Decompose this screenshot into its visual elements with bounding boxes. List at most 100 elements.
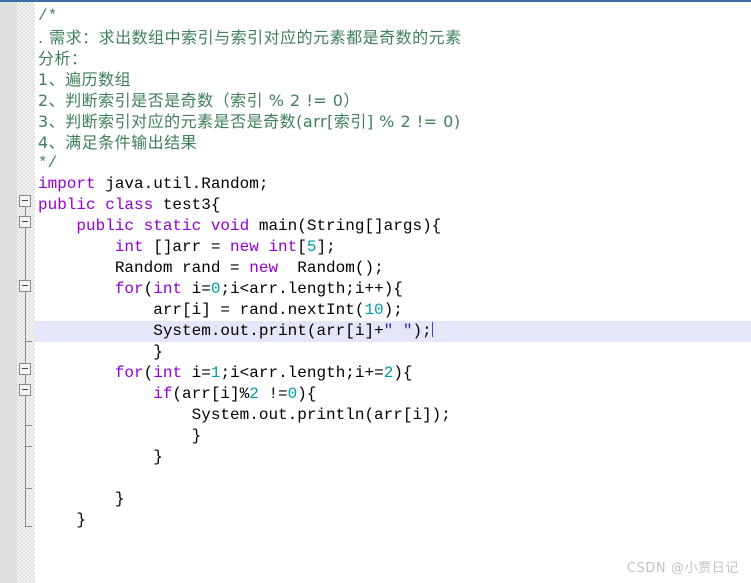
fold-rail [25, 292, 26, 363]
code-line[interactable]: System.out.print(arr[i]+" "); [35, 321, 751, 342]
code-token-plain: System.out.print(arr[i]+ [38, 322, 384, 340]
code-token-keyword: import [38, 175, 96, 193]
code-token-comment: 分析： [38, 49, 88, 68]
code-editor: /* . 需求：求出数组中索引与索引对应的元素都是奇数的元素 分析： 1、遍历数组 2、… [0, 0, 751, 583]
code-token-plain: } [38, 448, 163, 466]
code-token-number: 2 [249, 385, 259, 403]
code-token-plain: System.out.println(arr[i]); [38, 406, 451, 424]
code-token-number: 10 [364, 301, 384, 319]
code-line[interactable]: 2、判断索引是否是奇数（索引 % 2 != 0） [35, 90, 751, 111]
code-token-comment: */ [38, 154, 58, 172]
code-token-comment: . 需求：求出数组中索引与索引对应的元素都是奇数的元素 [38, 28, 462, 47]
code-token-plain: } [38, 427, 202, 445]
code-line[interactable]: int []arr = new int[5]; [35, 237, 751, 258]
code-token-keyword: new [249, 259, 279, 277]
fold-collapse-icon[interactable] [19, 363, 31, 375]
code-token-plain: ;i<arr.length;i+= [220, 364, 384, 382]
code-line[interactable]: import java.util.Random; [35, 174, 751, 195]
code-token-comment: /* [38, 7, 58, 25]
code-token-plain: Random rand = [38, 259, 250, 277]
code-line[interactable] [35, 468, 751, 489]
fold-collapse-icon[interactable] [19, 280, 31, 292]
code-line[interactable]: 4、满足条件输出结果 [35, 132, 751, 153]
csdn-watermark: CSDN @小贾日记 [626, 561, 739, 576]
code-line[interactable]: } [35, 426, 751, 447]
code-token-plain: []arr = [143, 238, 231, 256]
code-token-plain: } [38, 511, 87, 529]
code-token-plain: (arr[i]% [172, 385, 250, 403]
code-token-plain: ;i<arr.length;i++){ [220, 280, 403, 298]
code-token-plain: ( [143, 280, 154, 298]
fold-collapse-icon[interactable] [19, 195, 31, 207]
fold-end-tick [25, 425, 32, 426]
fold-end-tick [25, 341, 32, 342]
code-line[interactable]: */ [35, 153, 751, 174]
code-token-plain: i= [182, 364, 211, 382]
editor-margin-strip [0, 2, 17, 583]
code-token-keyword: for [114, 280, 144, 298]
fold-end-tick [25, 526, 32, 527]
code-token-plain: java.util.Random; [95, 175, 269, 193]
code-token-plain: Random(); [278, 259, 384, 277]
code-token-plain: != [258, 385, 288, 403]
fold-rail [25, 375, 26, 384]
code-line[interactable]: public class test3{ [35, 195, 751, 216]
code-token-comment: 1、遍历数组 [38, 70, 132, 89]
code-token-comment: 3、判断索引对应的元素是否是奇数(arr[索引] % 2 != 0) [38, 112, 461, 131]
code-token-plain: i= [182, 280, 211, 298]
fold-rail [25, 228, 26, 280]
code-line[interactable]: } [35, 342, 751, 363]
code-token-keyword: if [153, 385, 173, 403]
code-line[interactable]: Random rand = new Random(); [35, 258, 751, 279]
code-line[interactable]: arr[i] = rand.nextInt(10); [35, 300, 751, 321]
code-token-plain: ); [383, 301, 403, 319]
code-token-plain: ]; [316, 238, 336, 256]
code-token-string: " " [383, 322, 413, 340]
fold-end-tick [25, 446, 32, 447]
code-line[interactable]: 3、判断索引对应的元素是否是奇数(arr[索引] % 2 != 0) [35, 111, 751, 132]
code-token-keyword: int [153, 364, 183, 382]
code-line[interactable]: 1、遍历数组 [35, 69, 751, 90]
code-token-keyword: public class [38, 196, 154, 214]
code-token-keyword: public static void [76, 217, 250, 235]
code-text-area[interactable]: /* . 需求：求出数组中索引与索引对应的元素都是奇数的元素 分析： 1、遍历数组 2、… [35, 2, 751, 583]
code-line[interactable]: } [35, 510, 751, 531]
code-token-number: 2 [383, 364, 394, 382]
fold-rail [25, 396, 26, 526]
text-caret [431, 322, 433, 337]
code-token-keyword: int [153, 280, 183, 298]
code-token-plain: test3{ [153, 196, 221, 214]
code-line[interactable]: 分析： [35, 48, 751, 69]
code-folding-gutter[interactable] [17, 2, 35, 583]
code-line[interactable]: } [35, 489, 751, 510]
code-line[interactable]: public static void main(String[]args){ [35, 216, 751, 237]
code-token-keyword: for [114, 364, 144, 382]
code-line[interactable]: } [35, 447, 751, 468]
code-token-plain: main(String[]args){ [249, 217, 442, 235]
code-token-plain: ( [143, 364, 154, 382]
code-token-plain: } [38, 343, 163, 361]
fold-collapse-icon[interactable] [19, 384, 31, 396]
code-token-plain: ){ [393, 364, 413, 382]
code-line[interactable]: for(int i=1;i<arr.length;i+=2){ [35, 363, 751, 384]
code-token-plain: } [38, 490, 125, 508]
code-line[interactable]: . 需求：求出数组中索引与索引对应的元素都是奇数的元素 [35, 27, 751, 48]
code-line[interactable]: /* [35, 6, 751, 27]
code-line[interactable]: for(int i=0;i<arr.length;i++){ [35, 279, 751, 300]
code-token-comment: 4、满足条件输出结果 [38, 133, 198, 152]
fold-end-tick [25, 488, 32, 489]
code-token-plain: ); [412, 322, 432, 340]
code-line[interactable]: if(arr[i]%2 !=0){ [35, 384, 751, 405]
code-token-number: 0 [287, 385, 298, 403]
code-token-comment: 2、判断索引是否是奇数（索引 % 2 != 0） [38, 91, 360, 110]
code-token-plain: [ [297, 238, 307, 256]
code-line[interactable]: System.out.println(arr[i]); [35, 405, 751, 426]
code-token-plain: ){ [297, 385, 317, 403]
code-token-keyword: new int [230, 238, 298, 256]
fold-collapse-icon[interactable] [19, 216, 31, 228]
